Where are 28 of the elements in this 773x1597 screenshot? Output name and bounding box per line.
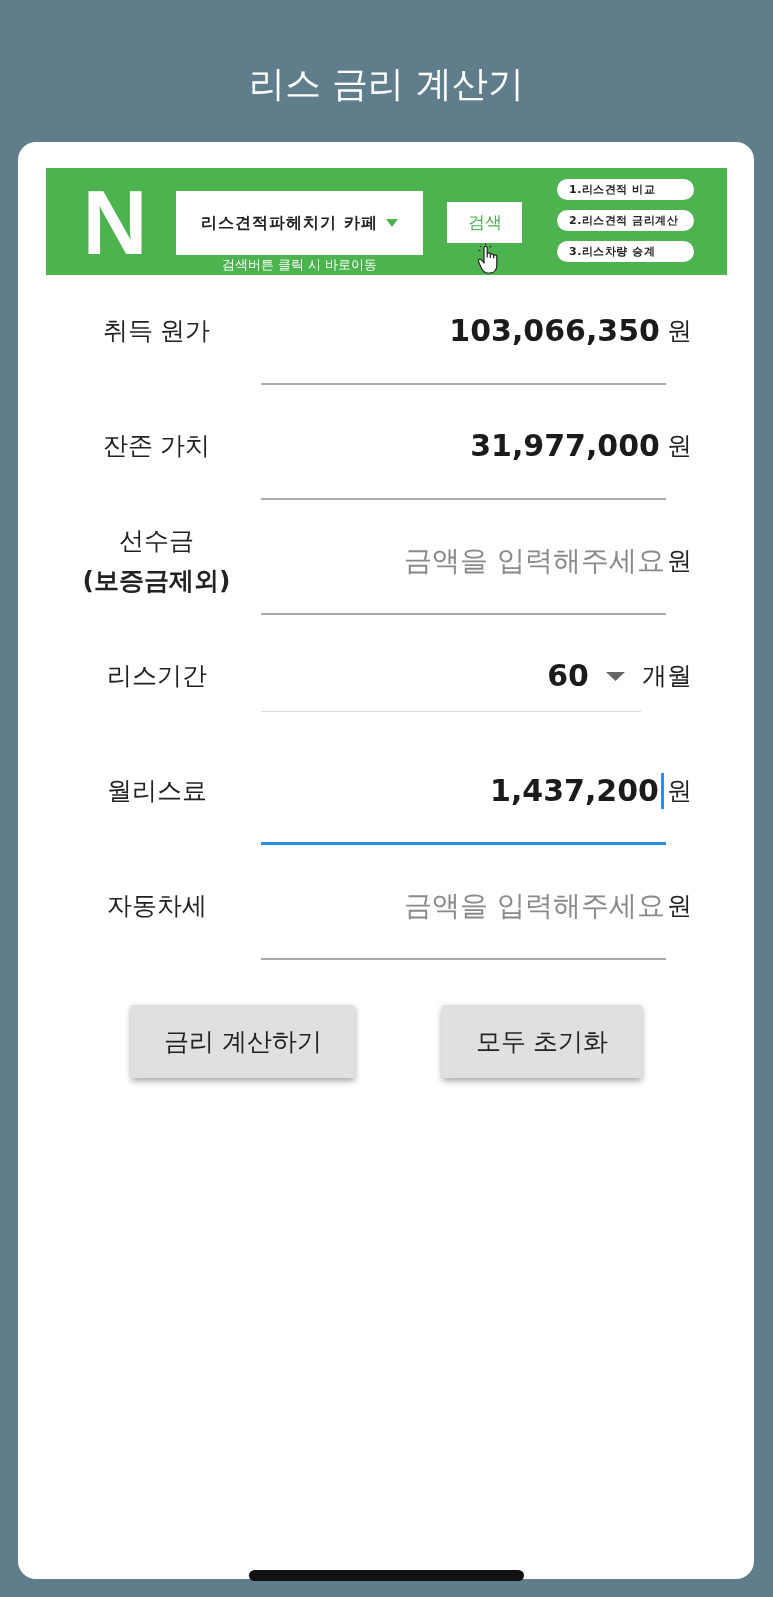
amount-field[interactable]: 103,066,350 bbox=[261, 306, 666, 385]
cafe-select[interactable]: 리스견적파헤치기 카페 bbox=[176, 191, 423, 255]
action-button[interactable]: 금리 계산하기 bbox=[131, 1005, 355, 1078]
caret-icon bbox=[385, 219, 398, 227]
banner-link[interactable]: 1.리스견적 비교 bbox=[557, 179, 694, 200]
unit-label: 원 bbox=[667, 775, 692, 807]
banner-link[interactable]: 3.리스차량 승계 bbox=[557, 241, 694, 262]
field-label: 월리스료 bbox=[106, 775, 207, 807]
banner-link[interactable]: 2.리스견적 금리계산 bbox=[557, 210, 694, 231]
action-button[interactable]: 모두 초기화 bbox=[442, 1005, 642, 1078]
text-cursor bbox=[661, 772, 664, 809]
field-label: 선수금 (보증금제외) bbox=[82, 525, 231, 597]
logo-letter: N bbox=[81, 188, 149, 258]
app-title: 리스 금리 계산기 bbox=[249, 62, 524, 106]
unit-label: 원 bbox=[667, 315, 692, 347]
field-label: 취득 원가 bbox=[102, 315, 211, 347]
unit-label: 원 bbox=[667, 890, 692, 922]
unit-label: 원 bbox=[667, 545, 692, 577]
amount-field[interactable]: 31,977,000 bbox=[261, 421, 666, 500]
unit-label: 원 bbox=[667, 430, 692, 462]
field-label: 리스기간 bbox=[106, 660, 207, 692]
banner-hint: 검색버튼 클릭 시 바로이동 bbox=[222, 257, 377, 273]
caret-icon bbox=[606, 671, 625, 681]
period-select[interactable]: 60 bbox=[261, 651, 641, 712]
amount-field[interactable]: 1,437,200 bbox=[261, 766, 666, 845]
field-label: 잔존 가치 bbox=[102, 430, 211, 462]
field-label: 자동차세 bbox=[106, 890, 207, 922]
unit-label: 개월 bbox=[642, 660, 692, 692]
